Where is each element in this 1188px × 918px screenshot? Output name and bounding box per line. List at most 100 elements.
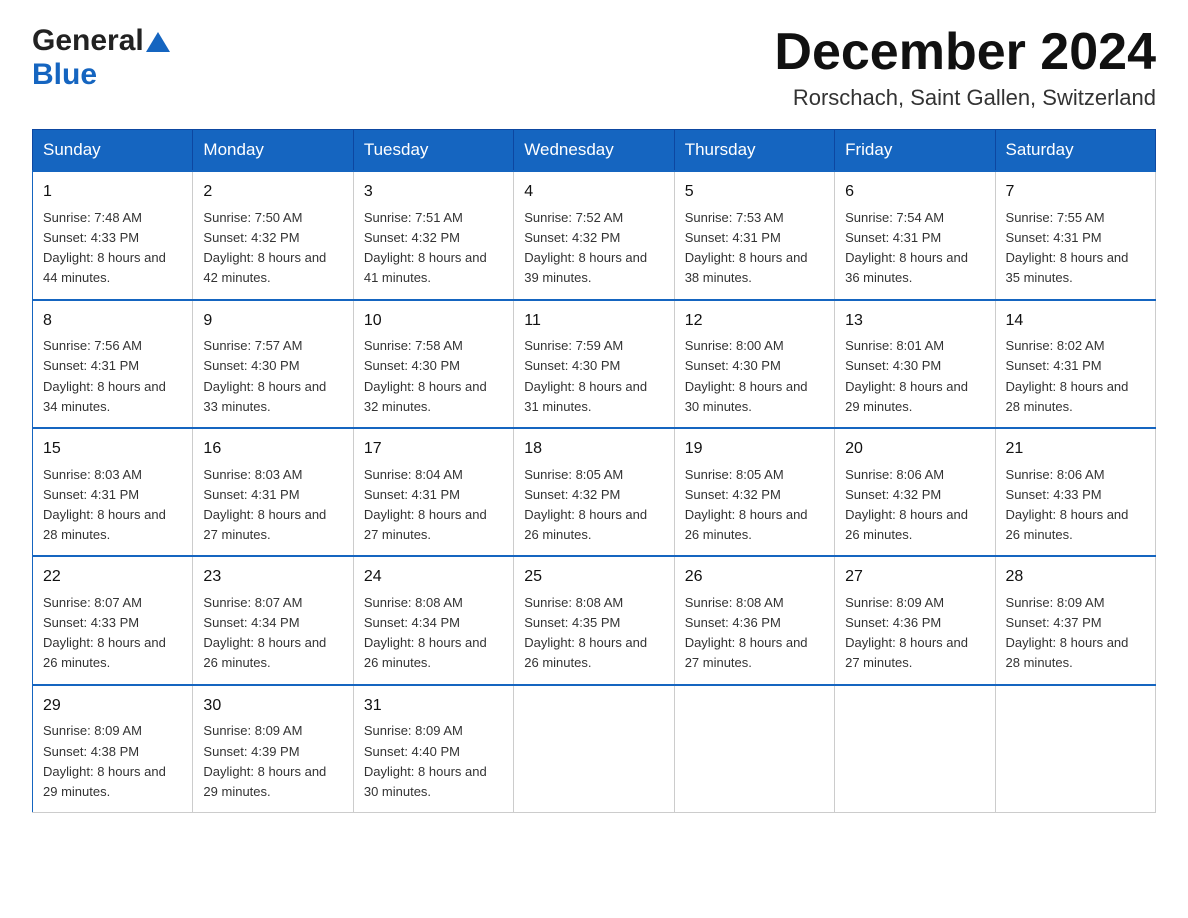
day-detail: Sunrise: 8:03 AMSunset: 4:31 PMDaylight:… bbox=[203, 465, 342, 546]
calendar-cell: 29Sunrise: 8:09 AMSunset: 4:38 PMDayligh… bbox=[33, 685, 193, 813]
day-number: 21 bbox=[1006, 437, 1145, 462]
weekday-header-saturday: Saturday bbox=[995, 130, 1155, 172]
calendar-cell: 3 Sunrise: 7:51 AMSunset: 4:32 PMDaylight… bbox=[353, 171, 513, 299]
day-detail: Sunrise: 8:08 AMSunset: 4:34 PMDaylight:… bbox=[364, 593, 503, 674]
day-number: 20 bbox=[845, 437, 984, 462]
calendar-cell: 31Sunrise: 8:09 AMSunset: 4:40 PMDayligh… bbox=[353, 685, 513, 813]
day-detail: Sunrise: 8:08 AMSunset: 4:35 PMDaylight:… bbox=[524, 593, 663, 674]
day-number: 29 bbox=[43, 694, 182, 719]
day-number: 11 bbox=[524, 309, 663, 334]
day-number: 18 bbox=[524, 437, 663, 462]
title-area: December 2024 Rorschach, Saint Gallen, S… bbox=[774, 24, 1156, 111]
day-detail: Sunrise: 8:04 AMSunset: 4:31 PMDaylight:… bbox=[364, 465, 503, 546]
calendar-cell bbox=[995, 685, 1155, 813]
calendar-cell: 4 Sunrise: 7:52 AMSunset: 4:32 PMDaylight… bbox=[514, 171, 674, 299]
day-detail: Sunrise: 7:52 AMSunset: 4:32 PMDaylight:… bbox=[524, 208, 663, 289]
weekday-header-thursday: Thursday bbox=[674, 130, 834, 172]
week-row-5: 29Sunrise: 8:09 AMSunset: 4:38 PMDayligh… bbox=[33, 685, 1156, 813]
day-detail: Sunrise: 7:48 AMSunset: 4:33 PMDaylight:… bbox=[43, 208, 182, 289]
day-number: 25 bbox=[524, 565, 663, 590]
day-number: 24 bbox=[364, 565, 503, 590]
day-detail: Sunrise: 8:02 AMSunset: 4:31 PMDaylight:… bbox=[1006, 336, 1145, 417]
calendar-cell: 19Sunrise: 8:05 AMSunset: 4:32 PMDayligh… bbox=[674, 428, 834, 556]
day-detail: Sunrise: 8:06 AMSunset: 4:33 PMDaylight:… bbox=[1006, 465, 1145, 546]
day-number: 1 bbox=[43, 180, 182, 205]
day-detail: Sunrise: 7:58 AMSunset: 4:30 PMDaylight:… bbox=[364, 336, 503, 417]
calendar-cell bbox=[835, 685, 995, 813]
calendar-cell: 16Sunrise: 8:03 AMSunset: 4:31 PMDayligh… bbox=[193, 428, 353, 556]
logo-blue: Blue bbox=[32, 58, 97, 91]
day-number: 27 bbox=[845, 565, 984, 590]
day-number: 10 bbox=[364, 309, 503, 334]
day-detail: Sunrise: 8:05 AMSunset: 4:32 PMDaylight:… bbox=[685, 465, 824, 546]
calendar-cell: 14Sunrise: 8:02 AMSunset: 4:31 PMDayligh… bbox=[995, 300, 1155, 428]
month-title: December 2024 bbox=[774, 24, 1156, 81]
calendar-cell: 5 Sunrise: 7:53 AMSunset: 4:31 PMDaylight… bbox=[674, 171, 834, 299]
day-detail: Sunrise: 7:56 AMSunset: 4:31 PMDaylight:… bbox=[43, 336, 182, 417]
calendar-cell: 23Sunrise: 8:07 AMSunset: 4:34 PMDayligh… bbox=[193, 556, 353, 684]
calendar-cell: 27 Sunrise: 8:09 AMSunset: 4:36 PMDayligh… bbox=[835, 556, 995, 684]
day-detail: Sunrise: 7:54 AMSunset: 4:31 PMDaylight:… bbox=[845, 208, 984, 289]
calendar-cell: 7Sunrise: 7:55 AMSunset: 4:31 PMDaylight… bbox=[995, 171, 1155, 299]
calendar-cell: 21 Sunrise: 8:06 AMSunset: 4:33 PMDayligh… bbox=[995, 428, 1155, 556]
day-number: 13 bbox=[845, 309, 984, 334]
day-number: 3 bbox=[364, 180, 503, 205]
calendar-cell: 25 Sunrise: 8:08 AMSunset: 4:35 PMDayligh… bbox=[514, 556, 674, 684]
calendar-cell bbox=[674, 685, 834, 813]
calendar-cell: 30Sunrise: 8:09 AMSunset: 4:39 PMDayligh… bbox=[193, 685, 353, 813]
weekday-header-sunday: Sunday bbox=[33, 130, 193, 172]
day-number: 30 bbox=[203, 694, 342, 719]
calendar-cell: 11Sunrise: 7:59 AMSunset: 4:30 PMDayligh… bbox=[514, 300, 674, 428]
day-detail: Sunrise: 8:09 AMSunset: 4:39 PMDaylight:… bbox=[203, 721, 342, 802]
day-number: 12 bbox=[685, 309, 824, 334]
calendar-cell: 28 Sunrise: 8:09 AMSunset: 4:37 PMDayligh… bbox=[995, 556, 1155, 684]
day-number: 23 bbox=[203, 565, 342, 590]
weekday-header-row: SundayMondayTuesdayWednesdayThursdayFrid… bbox=[33, 130, 1156, 172]
calendar-cell: 24 Sunrise: 8:08 AMSunset: 4:34 PMDayligh… bbox=[353, 556, 513, 684]
day-number: 26 bbox=[685, 565, 824, 590]
week-row-3: 15Sunrise: 8:03 AMSunset: 4:31 PMDayligh… bbox=[33, 428, 1156, 556]
day-number: 22 bbox=[43, 565, 182, 590]
calendar-cell: 13Sunrise: 8:01 AMSunset: 4:30 PMDayligh… bbox=[835, 300, 995, 428]
calendar-cell: 22 Sunrise: 8:07 AMSunset: 4:33 PMDayligh… bbox=[33, 556, 193, 684]
day-number: 31 bbox=[364, 694, 503, 719]
header: General Blue December 2024 Rorschach, Sa… bbox=[32, 24, 1156, 111]
day-number: 2 bbox=[203, 180, 342, 205]
calendar-cell: 1 Sunrise: 7:48 AMSunset: 4:33 PMDaylight… bbox=[33, 171, 193, 299]
day-detail: Sunrise: 8:09 AMSunset: 4:38 PMDaylight:… bbox=[43, 721, 182, 802]
weekday-header-wednesday: Wednesday bbox=[514, 130, 674, 172]
day-detail: Sunrise: 8:03 AMSunset: 4:31 PMDaylight:… bbox=[43, 465, 182, 546]
logo-triangle-icon bbox=[146, 28, 170, 52]
calendar-cell: 6 Sunrise: 7:54 AMSunset: 4:31 PMDaylight… bbox=[835, 171, 995, 299]
day-detail: Sunrise: 7:55 AMSunset: 4:31 PMDaylight:… bbox=[1006, 208, 1145, 289]
day-detail: Sunrise: 7:53 AMSunset: 4:31 PMDaylight:… bbox=[685, 208, 824, 289]
day-number: 28 bbox=[1006, 565, 1145, 590]
calendar-cell: 8Sunrise: 7:56 AMSunset: 4:31 PMDaylight… bbox=[33, 300, 193, 428]
calendar-cell: 2Sunrise: 7:50 AMSunset: 4:32 PMDaylight… bbox=[193, 171, 353, 299]
day-detail: Sunrise: 8:00 AMSunset: 4:30 PMDaylight:… bbox=[685, 336, 824, 417]
weekday-header-tuesday: Tuesday bbox=[353, 130, 513, 172]
week-row-4: 22 Sunrise: 8:07 AMSunset: 4:33 PMDayligh… bbox=[33, 556, 1156, 684]
weekday-header-monday: Monday bbox=[193, 130, 353, 172]
day-detail: Sunrise: 8:07 AMSunset: 4:33 PMDaylight:… bbox=[43, 593, 182, 674]
day-number: 8 bbox=[43, 309, 182, 334]
day-detail: Sunrise: 7:59 AMSunset: 4:30 PMDaylight:… bbox=[524, 336, 663, 417]
calendar-cell: 12Sunrise: 8:00 AMSunset: 4:30 PMDayligh… bbox=[674, 300, 834, 428]
day-number: 5 bbox=[685, 180, 824, 205]
day-detail: Sunrise: 8:01 AMSunset: 4:30 PMDaylight:… bbox=[845, 336, 984, 417]
day-detail: Sunrise: 8:09 AMSunset: 4:36 PMDaylight:… bbox=[845, 593, 984, 674]
week-row-2: 8Sunrise: 7:56 AMSunset: 4:31 PMDaylight… bbox=[33, 300, 1156, 428]
day-detail: Sunrise: 8:09 AMSunset: 4:37 PMDaylight:… bbox=[1006, 593, 1145, 674]
calendar-cell: 15Sunrise: 8:03 AMSunset: 4:31 PMDayligh… bbox=[33, 428, 193, 556]
day-detail: Sunrise: 8:06 AMSunset: 4:32 PMDaylight:… bbox=[845, 465, 984, 546]
day-number: 6 bbox=[845, 180, 984, 205]
calendar-cell: 17 Sunrise: 8:04 AMSunset: 4:31 PMDayligh… bbox=[353, 428, 513, 556]
location-subtitle: Rorschach, Saint Gallen, Switzerland bbox=[774, 85, 1156, 111]
logo: General Blue bbox=[32, 24, 170, 92]
calendar-cell: 20 Sunrise: 8:06 AMSunset: 4:32 PMDayligh… bbox=[835, 428, 995, 556]
day-detail: Sunrise: 7:51 AMSunset: 4:32 PMDaylight:… bbox=[364, 208, 503, 289]
calendar-cell: 9Sunrise: 7:57 AMSunset: 4:30 PMDaylight… bbox=[193, 300, 353, 428]
day-number: 4 bbox=[524, 180, 663, 205]
day-detail: Sunrise: 8:05 AMSunset: 4:32 PMDaylight:… bbox=[524, 465, 663, 546]
day-number: 17 bbox=[364, 437, 503, 462]
